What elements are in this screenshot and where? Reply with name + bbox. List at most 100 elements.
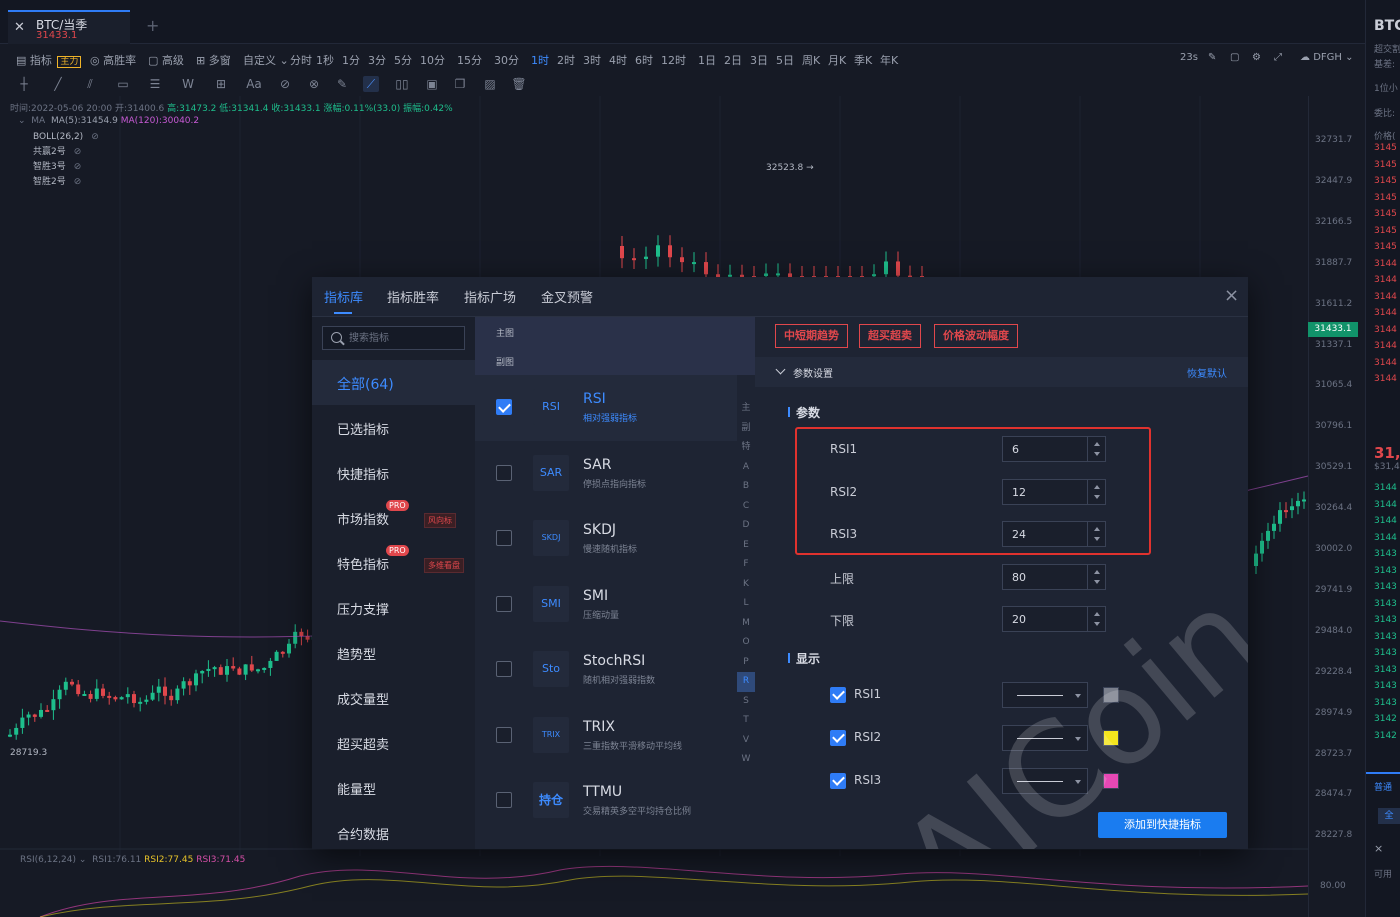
overlay-item[interactable]: 共赢2号 ⊘ — [33, 145, 99, 160]
indicator-checkbox[interactable] — [496, 661, 512, 677]
step-down-icon[interactable] — [1094, 579, 1100, 584]
line-style-select[interactable] — [1002, 725, 1088, 751]
interval-7[interactable]: 30分 — [494, 52, 519, 68]
alpha-index-item[interactable]: F — [737, 555, 755, 575]
alpha-index-item[interactable]: O — [737, 633, 755, 653]
alpha-index-item[interactable]: S — [737, 692, 755, 712]
settings-icon[interactable]: ⚙ — [1252, 52, 1261, 63]
fullscreen-icon[interactable]: ⤢ — [1274, 52, 1282, 63]
ray-tool-icon[interactable]: ⫽ — [82, 76, 98, 92]
indicator-checkbox[interactable] — [496, 464, 512, 481]
alpha-index-item[interactable]: A — [737, 458, 755, 478]
overlay-item[interactable]: 智胜2号 ⊘ — [33, 175, 99, 190]
alpha-index-item[interactable]: 副 — [737, 419, 755, 439]
alpha-index-item[interactable]: B — [737, 477, 755, 497]
overlay-item[interactable]: 智胜3号 ⊘ — [33, 160, 99, 175]
indicator-button[interactable]: ▤ 指标 主力 — [16, 52, 82, 68]
indicator-row[interactable]: SMI SMI 压缩动量 — [475, 572, 737, 638]
line-tool-icon[interactable]: ╱ — [50, 76, 66, 92]
indicator-row[interactable]: 持仓 TTMU 交易精英多空平均持仓比例 — [475, 768, 737, 834]
category-item[interactable]: 成交量型 — [312, 675, 475, 720]
param-stepper[interactable]: 20 — [1002, 606, 1106, 633]
interval-17[interactable]: 5日 — [776, 52, 794, 68]
indicator-row[interactable]: TRIX TRIX 三重指数平滑移动平均线 — [475, 703, 737, 769]
category-item[interactable]: 特色指标 PRO 多维看盘 — [312, 540, 475, 585]
search-box[interactable] — [322, 326, 465, 350]
interval-14[interactable]: 1日 — [698, 52, 716, 68]
interval-20[interactable]: 季K — [854, 52, 872, 68]
category-item[interactable]: 合约数据 — [312, 810, 475, 849]
param-stepper[interactable]: 12 — [1002, 478, 1106, 505]
param-settings-bar[interactable]: 参数设置 恢复默认 — [755, 357, 1248, 387]
interval-16[interactable]: 3日 — [750, 52, 768, 68]
trash-icon[interactable]: 🗑 — [511, 76, 527, 92]
interval-18[interactable]: 周K — [802, 52, 820, 68]
alpha-index-item[interactable]: R — [737, 672, 755, 692]
interval-11[interactable]: 4时 — [609, 52, 627, 68]
alpha-index-item[interactable]: 特 — [737, 438, 755, 458]
sub-chart-label[interactable]: 副图 — [496, 355, 514, 368]
indicator-checkbox[interactable] — [496, 530, 512, 546]
rect-tool-icon[interactable]: ▭ — [115, 76, 131, 92]
tab-indicator-library[interactable]: 指标库 — [324, 287, 363, 306]
param-stepper[interactable]: 80 — [1002, 563, 1106, 590]
tab-golden-cross-alert[interactable]: 金叉预警 — [541, 287, 593, 306]
step-up-icon[interactable] — [1094, 484, 1100, 489]
interval-12[interactable]: 6时 — [635, 52, 653, 68]
display-checkbox[interactable] — [830, 773, 846, 789]
text-tool-icon[interactable]: Aa — [246, 76, 262, 92]
alpha-index-item[interactable]: C — [737, 497, 755, 517]
indicator-row[interactable]: RSI RSI 相对强弱指标 — [475, 375, 737, 441]
pencil-icon[interactable]: ✎ — [1208, 52, 1216, 63]
step-down-icon[interactable] — [1094, 494, 1100, 499]
interval-13[interactable]: 12时 — [661, 52, 686, 68]
step-down-icon[interactable] — [1094, 537, 1100, 542]
snapshot-icon[interactable]: ▨ — [482, 76, 498, 92]
eye-off-icon[interactable]: ⊘ — [74, 147, 82, 157]
user-menu[interactable]: ☁ DFGH ⌄ — [1300, 52, 1353, 63]
alpha-index-item[interactable]: 主 — [737, 399, 755, 419]
category-item[interactable]: 能量型 — [312, 765, 475, 810]
indicator-row[interactable]: Sto StochRSI 随机相对强弱指数 — [475, 637, 737, 703]
tab-indicator-winrate[interactable]: 指标胜率 — [387, 287, 439, 306]
alpha-index-item[interactable]: P — [737, 653, 755, 673]
step-down-icon[interactable] — [1094, 622, 1100, 627]
display-checkbox[interactable] — [830, 730, 846, 746]
param-stepper[interactable]: 6 — [1002, 436, 1106, 462]
trend-tool-icon[interactable]: ⟋ — [363, 76, 379, 92]
step-up-icon[interactable] — [1094, 569, 1100, 574]
eye-off-icon[interactable]: ⊘ — [74, 177, 82, 187]
alpha-index-item[interactable]: W — [737, 750, 755, 770]
tab-indicator-square[interactable]: 指标广场 — [464, 287, 516, 306]
indicator-checkbox[interactable] — [496, 726, 512, 743]
magnet-icon[interactable]: ⊘ — [277, 76, 293, 92]
fib-tool-icon[interactable]: ☰ — [147, 76, 163, 92]
interval-19[interactable]: 月K — [828, 52, 846, 68]
line-style-select[interactable] — [1002, 768, 1088, 794]
category-item[interactable]: 趋势型 — [312, 630, 475, 675]
interval-21[interactable]: 年K — [880, 52, 898, 68]
color-swatch[interactable] — [1103, 687, 1119, 703]
interval-2[interactable]: 1分 — [342, 52, 360, 68]
overlay-item[interactable]: BOLL(26,2) ⊘ — [33, 130, 99, 145]
add-tab-icon[interactable]: + — [146, 16, 159, 35]
interval-3[interactable]: 3分 — [368, 52, 386, 68]
eraser-icon[interactable]: ⊗ — [306, 76, 322, 92]
side-all-button[interactable]: 全 — [1378, 808, 1400, 824]
display-checkbox[interactable] — [830, 687, 846, 703]
param-stepper[interactable]: 24 — [1002, 521, 1106, 548]
category-item[interactable]: 压力支撑 — [312, 585, 475, 630]
eye-off-icon[interactable]: ⊘ — [74, 162, 82, 172]
category-item[interactable]: 全部(64) — [312, 360, 475, 405]
step-down-icon[interactable] — [1094, 452, 1100, 456]
close-icon[interactable]: × — [1224, 285, 1239, 306]
symbol-tab[interactable]: ✕ BTC/当季 31433.1 — [8, 10, 130, 44]
category-item[interactable]: 超买超卖 — [312, 720, 475, 765]
side-close-icon[interactable]: × — [1374, 842, 1383, 855]
multiwindow-button[interactable]: ⊞ 多窗 — [196, 52, 231, 68]
add-to-quick-button[interactable]: 添加到快捷指标 — [1098, 812, 1227, 838]
interval-15[interactable]: 2日 — [724, 52, 742, 68]
step-up-icon[interactable] — [1094, 527, 1100, 532]
indicator-checkbox[interactable] — [496, 595, 512, 612]
winrate-button[interactable]: ◎ 高胜率 — [90, 52, 136, 68]
